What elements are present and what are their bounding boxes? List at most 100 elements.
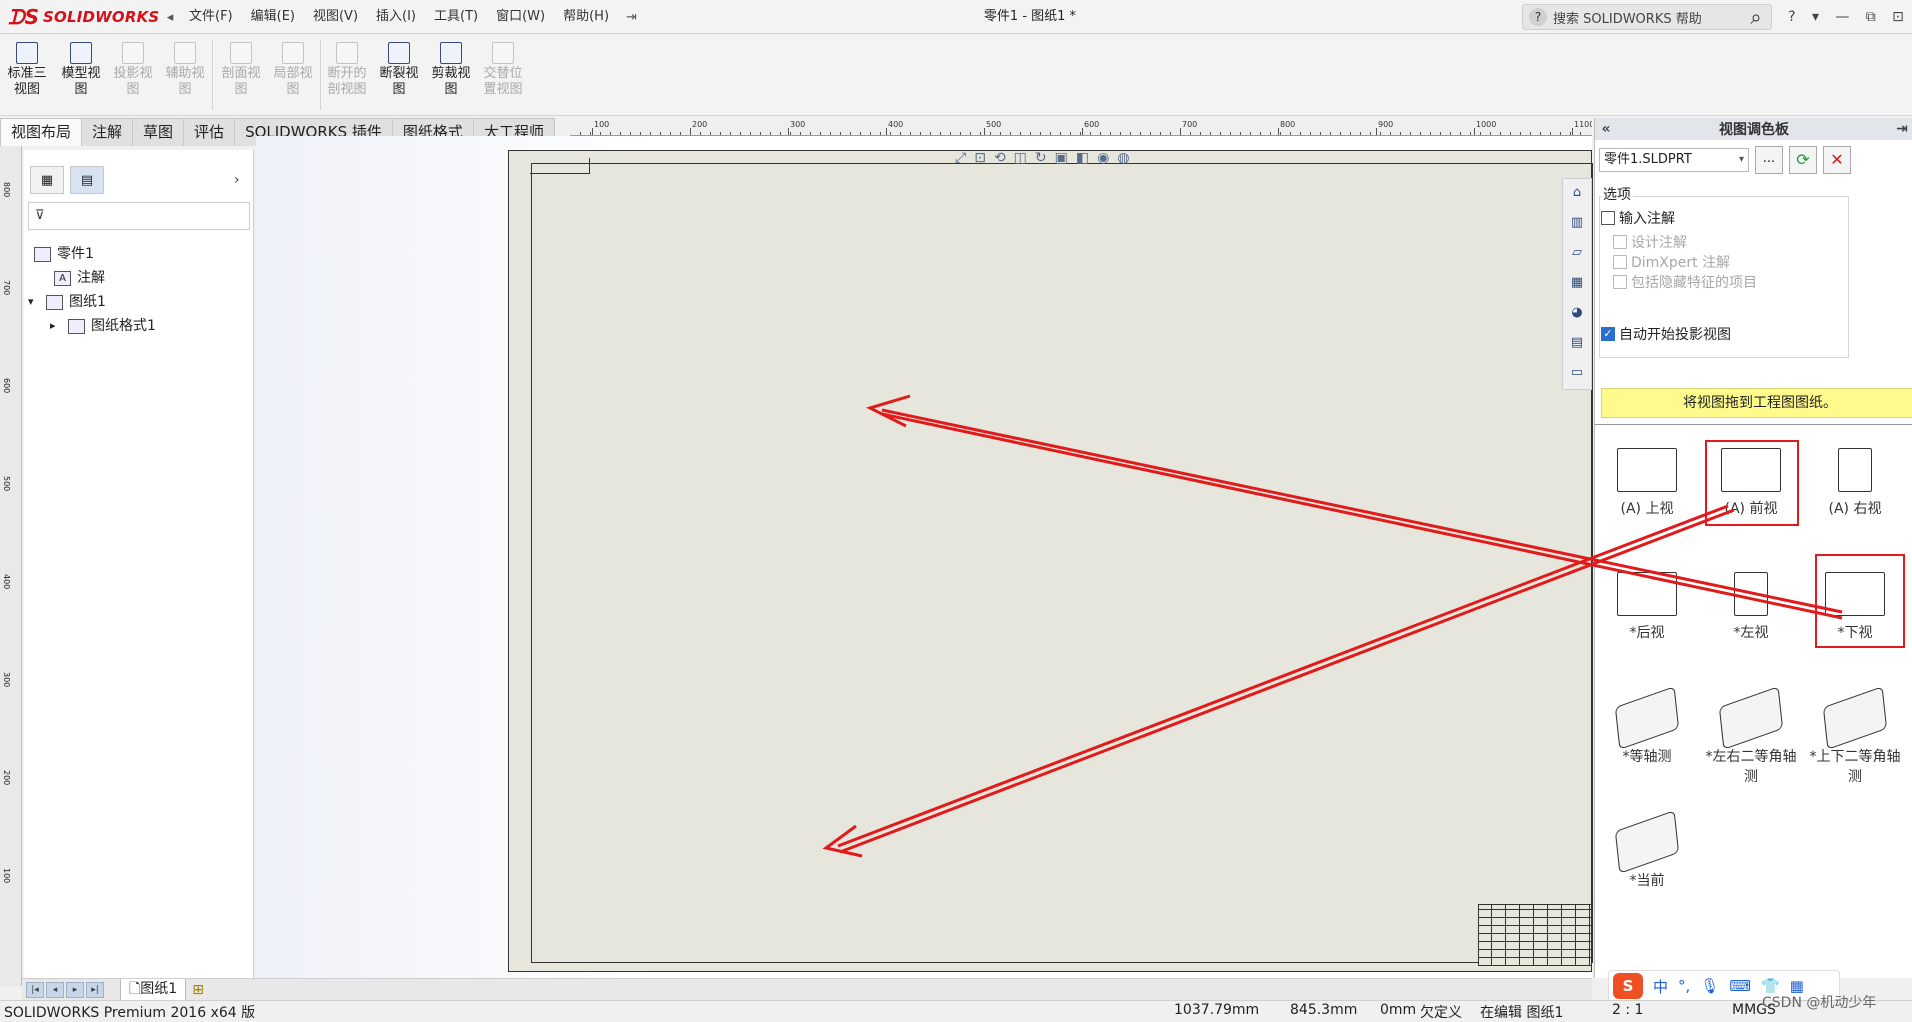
checkbox[interactable]	[1613, 235, 1627, 249]
next-sheet-icon[interactable]: ▸	[66, 981, 84, 998]
rotate-icon[interactable]: ↻	[1035, 150, 1047, 170]
zoom-area-icon[interactable]: ⊡	[974, 150, 986, 170]
menu-insert[interactable]: 插入(I)	[367, 0, 425, 34]
import-annotations-checkbox[interactable]: 输入注解	[1601, 208, 1675, 228]
ruler-label: 100	[594, 120, 610, 129]
part-select[interactable]: 零件1.SLDPRT ▾	[1599, 148, 1749, 172]
checkbox[interactable]	[1613, 255, 1627, 269]
detail-view-button[interactable]: 局部视图	[268, 42, 318, 114]
menu-window[interactable]: 窗口(W)	[487, 0, 554, 34]
appearance-icon[interactable]: ◍	[1117, 150, 1129, 170]
appearances-icon[interactable]: ◕	[1567, 303, 1587, 323]
alternate-position-view-button[interactable]: 交替位置视图	[478, 42, 528, 114]
browse-button[interactable]: ...	[1755, 146, 1783, 174]
custom-properties-icon[interactable]: ▤	[1567, 333, 1587, 353]
options-title: 选项	[1601, 184, 1633, 204]
hidden-features-checkbox[interactable]: 包括隐藏特征的项目	[1613, 272, 1757, 292]
checkbox[interactable]	[1601, 211, 1615, 225]
microphone-icon[interactable]: 🎙	[1700, 977, 1719, 995]
tab-sketch[interactable]: 草图	[132, 118, 185, 146]
last-sheet-icon[interactable]: ▸|	[86, 981, 104, 998]
checkbox[interactable]	[1613, 275, 1627, 289]
feature-tree-tab[interactable]: ▦	[30, 166, 64, 194]
tree-item-part[interactable]: 零件1	[28, 242, 94, 266]
checkbox-checked[interactable]: ✓	[1601, 327, 1615, 341]
tree-item-annotations[interactable]: A 注解	[48, 266, 105, 290]
sheet-border	[531, 163, 1593, 963]
break-view-button[interactable]: 断裂视图	[374, 42, 424, 114]
restore-icon[interactable]: ⧉	[1866, 9, 1876, 25]
prev-sheet-icon[interactable]: ◂	[46, 981, 64, 998]
view-right[interactable]: (A) 右视	[1805, 448, 1905, 518]
help-dropdown-icon[interactable]: ▾	[1812, 9, 1819, 25]
auxiliary-view-button[interactable]: 辅助视图	[160, 42, 210, 114]
minimize-icon[interactable]: —	[1835, 9, 1849, 25]
display-style-icon[interactable]: ◧	[1076, 150, 1089, 170]
file-explorer-icon[interactable]: ▱	[1567, 243, 1587, 263]
help-search-input[interactable]: ? 搜索 SOLIDWORKS 帮助	[1522, 4, 1772, 30]
crop-view-button[interactable]: 剪裁视图	[426, 42, 476, 114]
view-palette-icon[interactable]: ▦	[1567, 273, 1587, 293]
broken-out-section-button[interactable]: 断开的剖视图	[322, 42, 372, 114]
view-orientation-icon[interactable]: ▣	[1055, 150, 1068, 170]
ruler-minor-tick	[1270, 132, 1271, 135]
model-view-button[interactable]: 模型视图	[56, 42, 106, 114]
clear-icon[interactable]: ✕	[1823, 146, 1851, 174]
tab-evaluate[interactable]: 评估	[183, 118, 236, 146]
section-view-button[interactable]: 剖面视图	[216, 42, 266, 114]
pin-icon[interactable]: ⇥	[1891, 121, 1912, 137]
section-icon[interactable]: ◫	[1014, 150, 1027, 170]
view-dimetric-lr[interactable]: *左右二等角轴测	[1701, 686, 1801, 786]
ruler-minor-tick	[1410, 132, 1411, 135]
view-left[interactable]: *左视	[1701, 572, 1801, 642]
home-icon[interactable]: ⌂	[1567, 183, 1587, 203]
view-back[interactable]: *后视	[1597, 572, 1697, 642]
tree-expander[interactable]: ▾	[28, 290, 40, 314]
tree-expander[interactable]: ▸	[50, 314, 62, 338]
ruler-minor-tick	[870, 132, 871, 135]
help-icon[interactable]: ?	[1788, 9, 1795, 25]
tree-item-sheet-format[interactable]: ▸ 图纸格式1	[50, 314, 156, 338]
hide-show-icon[interactable]: ◉	[1097, 150, 1109, 170]
solidworks-logo[interactable]: ᗪS SOLIDWORKS	[8, 4, 159, 30]
design-library-icon[interactable]: ▥	[1567, 213, 1587, 233]
menu-help[interactable]: 帮助(H)	[554, 0, 618, 34]
view-dimetric-tb[interactable]: *上下二等角轴测	[1805, 686, 1905, 786]
property-tab[interactable]: ▤	[70, 166, 104, 194]
view-current[interactable]: *当前	[1597, 810, 1697, 890]
sheet-tab[interactable]: 🗋图纸1	[120, 978, 187, 1001]
standard-3-view-button[interactable]: 标准三视图	[2, 42, 52, 114]
add-sheet-icon[interactable]: ⊞	[192, 982, 204, 998]
pin-menu-icon[interactable]: ⇥	[618, 10, 645, 25]
zoom-fit-icon[interactable]: ⤢	[955, 150, 966, 170]
view-isometric[interactable]: *等轴测	[1597, 686, 1697, 766]
forum-icon[interactable]: ▭	[1567, 363, 1587, 383]
feature-filter-input[interactable]: ⊽	[28, 202, 250, 230]
tree-item-sheet[interactable]: ▾ 图纸1	[28, 290, 106, 314]
previous-view-icon[interactable]: ⟲	[994, 150, 1006, 170]
projected-view-button[interactable]: 投影视图	[108, 42, 158, 114]
sogou-logo-icon[interactable]: S	[1613, 973, 1643, 999]
collapse-icon[interactable]: «	[1595, 121, 1617, 137]
drawing-sheet[interactable]	[508, 150, 1593, 972]
refresh-icon[interactable]: ⟳	[1789, 146, 1817, 174]
ime-punctuation[interactable]: °,	[1678, 977, 1690, 995]
tab-annotation[interactable]: 注解	[81, 118, 134, 146]
ime-language[interactable]: 中	[1653, 976, 1668, 997]
design-annotations-checkbox[interactable]: 设计注解	[1613, 232, 1687, 252]
view-top[interactable]: (A) 上视	[1597, 448, 1697, 518]
search-icon[interactable]: ⌕	[1740, 4, 1772, 30]
menu-tools[interactable]: 工具(T)	[425, 0, 487, 34]
menu-view[interactable]: 视图(V)	[304, 0, 367, 34]
first-sheet-icon[interactable]: |◂	[26, 981, 44, 998]
maximize-icon[interactable]: ⊡	[1892, 9, 1904, 25]
dimxpert-annotations-checkbox[interactable]: DimXpert 注解	[1613, 252, 1730, 272]
auto-start-projected-view-checkbox[interactable]: ✓ 自动开始投影视图	[1601, 324, 1731, 344]
keyboard-icon[interactable]: ⌨	[1729, 977, 1751, 995]
sheet-scale[interactable]: 2 : 1	[1612, 1002, 1643, 1018]
menu-edit[interactable]: 编辑(E)	[242, 0, 304, 34]
expand-panel-icon[interactable]: ›	[234, 172, 240, 188]
tab-view-layout[interactable]: 视图布局	[0, 118, 83, 146]
menu-file[interactable]: 文件(F)	[180, 0, 242, 34]
menu-collapse-icon[interactable]: ◂	[160, 10, 180, 25]
